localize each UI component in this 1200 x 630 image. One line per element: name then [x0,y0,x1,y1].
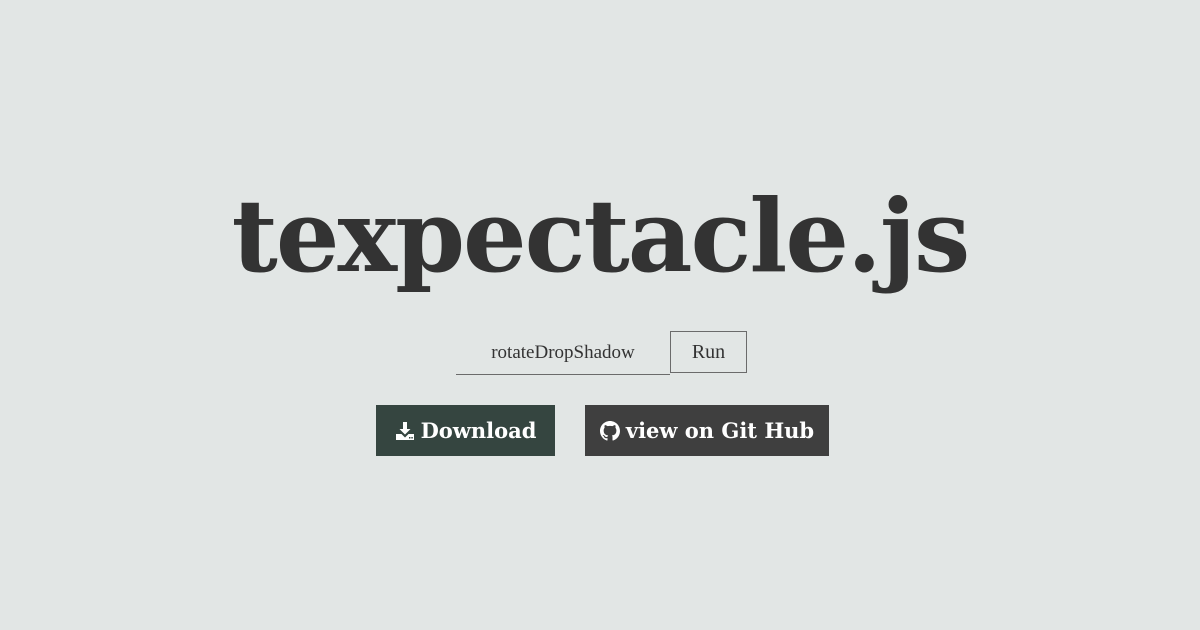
run-button[interactable]: Run [670,331,747,373]
effect-name-input[interactable] [456,331,670,375]
github-icon [599,420,620,441]
github-label: view on Git Hub [625,418,815,443]
download-button[interactable]: Download [376,405,555,456]
download-label: Download [420,418,537,443]
download-icon [395,421,415,441]
page-title: texpectacle.js [231,177,971,295]
github-button[interactable]: view on Git Hub [585,405,829,456]
effect-runner: Run [456,331,747,375]
